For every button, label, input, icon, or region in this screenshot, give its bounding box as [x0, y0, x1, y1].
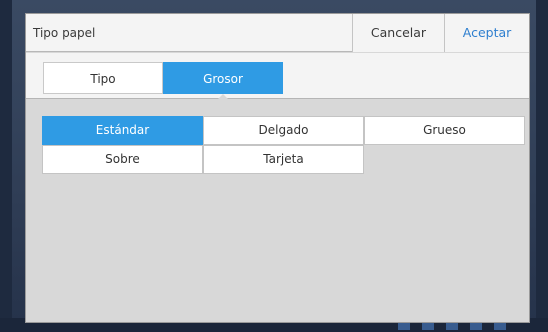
- tab-tipo[interactable]: Tipo: [43, 62, 163, 94]
- option-tarjeta[interactable]: Tarjeta: [203, 145, 364, 174]
- option-delgado[interactable]: Delgado: [203, 116, 364, 145]
- tab-grosor[interactable]: Grosor: [163, 62, 283, 94]
- background-status-indicators: [398, 322, 508, 330]
- background-right-panel: [536, 0, 548, 332]
- accept-button[interactable]: Aceptar: [444, 14, 529, 52]
- active-tab-pointer: [216, 94, 230, 101]
- cancel-button[interactable]: Cancelar: [352, 14, 444, 52]
- option-estandar[interactable]: Estándar: [42, 116, 203, 145]
- background-left-panel: [0, 0, 12, 332]
- tab-bar: Tipo Grosor: [26, 53, 529, 101]
- option-grueso[interactable]: Grueso: [364, 116, 525, 145]
- dialog-title: Tipo papel: [33, 26, 96, 40]
- option-sobre[interactable]: Sobre: [42, 145, 203, 174]
- dialog-header: Tipo papel Cancelar Aceptar: [26, 14, 529, 52]
- paper-type-dialog: Tipo papel Cancelar Aceptar Tipo Grosor …: [25, 13, 530, 323]
